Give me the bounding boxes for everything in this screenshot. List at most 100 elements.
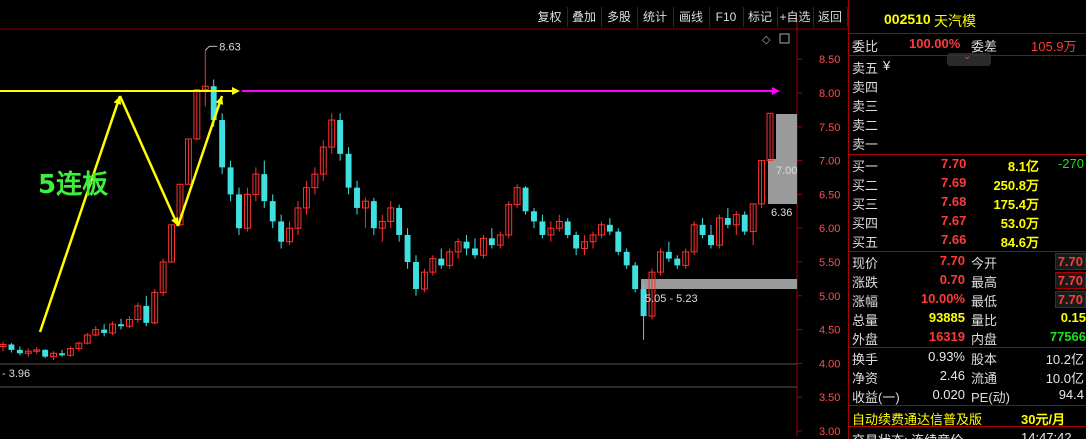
candle-body: [345, 153, 352, 188]
stat-value: 0.70: [939, 272, 965, 287]
buy-volume: 250.8万: [993, 178, 1039, 193]
buy-price: 7.67: [941, 213, 967, 228]
buy-volume: 8.1亿: [1007, 159, 1039, 174]
candle-body: [354, 187, 360, 208]
kline-chart-area[interactable]: 8.50 8.00 7.50 7.00 6.50 6.00 5.50 5.00 4.50 4.00…: [0, 0, 848, 439]
chip-level-label: 6.36: [771, 207, 792, 219]
back-button[interactable]: 返回: [813, 7, 848, 27]
candle-body: [143, 305, 150, 323]
candle-body: [16, 349, 23, 354]
fund-label: PE(动): [971, 390, 1011, 405]
price-tick-label: 4.00: [819, 358, 840, 370]
fund-value: 10.2亿: [1045, 352, 1084, 367]
fund-value: 0.020: [932, 387, 965, 402]
buy-level-row: 买五 7.66 84.6万: [849, 231, 1086, 250]
stat-label: 涨幅: [852, 294, 879, 309]
stat-value: 7.70: [1054, 291, 1086, 308]
buy-level-row: 买三 7.68 175.4万: [849, 193, 1086, 212]
candle-body: [615, 231, 622, 252]
high-price-label: 8.63: [219, 41, 240, 53]
price-tick-label: 7.00: [819, 156, 840, 168]
trade-time: 14:47:42: [1021, 430, 1072, 439]
price-tick-label: 4.50: [819, 325, 840, 337]
restore-right-button[interactable]: 复权: [532, 7, 568, 27]
annotation-arrow-line: [118, 95, 180, 227]
price-tick-label: 3.50: [819, 392, 840, 404]
f10-button[interactable]: F10: [709, 7, 744, 27]
candle-body: [472, 248, 478, 256]
multi-stock-button[interactable]: 多股: [601, 7, 638, 27]
chip-bar: [641, 279, 797, 289]
arrow-head-icon: [772, 86, 780, 95]
divider: [849, 426, 1086, 427]
diamond-icon[interactable]: ◇: [762, 34, 771, 46]
candle-body: [269, 201, 276, 222]
price-tick-label: 6.00: [819, 223, 840, 235]
candle-body: [724, 218, 731, 225]
arrow-head-icon: [232, 86, 240, 95]
sell-level-row: 卖四: [849, 76, 1086, 95]
quote-stat-row: 外盘 16319 内盘 77566: [849, 328, 1086, 347]
candle-body: [59, 353, 65, 356]
candle-body: [665, 251, 672, 259]
divider: [849, 55, 1086, 56]
quote-stat-row: 现价 7.70 今开 7.70: [849, 252, 1086, 271]
candle-body: [404, 234, 411, 262]
stat-value: 10.00%: [920, 291, 965, 306]
stock-code: 002510: [884, 11, 931, 27]
price-tick-label: 7.50: [819, 122, 840, 134]
stat-value: 7.70: [939, 253, 965, 268]
stat-label: 外盘: [852, 332, 879, 347]
stat-label: 涨跌: [852, 275, 879, 290]
overlay-button[interactable]: 叠加: [567, 7, 602, 27]
promo-banner[interactable]: 自动续费通达信普及版 30元/月: [849, 408, 1086, 427]
divider: [849, 33, 1086, 34]
sell-level-label: 卖四: [852, 80, 879, 95]
stat-label: 最低: [971, 294, 998, 309]
candle-body: [227, 167, 234, 195]
high-marker: [204, 45, 218, 51]
quote-stat-row: 总量 93885 量比 0.15: [849, 309, 1086, 328]
candle-body: [531, 211, 537, 222]
stat-label: 总量: [852, 313, 879, 328]
candle-body: [539, 221, 546, 235]
candle-body: [573, 234, 580, 249]
fund-label: 股本: [971, 352, 998, 367]
candle-body: [413, 262, 419, 290]
candle-body: [632, 265, 639, 290]
add-favorite-button[interactable]: +自选: [777, 7, 814, 27]
stat-value: 77566: [1049, 329, 1086, 344]
buy-level-row: 买二 7.69 250.8万: [849, 174, 1086, 193]
buy-level-label: 买四: [852, 216, 879, 231]
buy-volume: 84.6万: [1000, 235, 1039, 250]
candle-body: [396, 207, 403, 235]
fund-label: 净资: [852, 371, 879, 386]
stats-button[interactable]: 统计: [637, 7, 674, 27]
fundamental-row: 净资 2.46 流通 10.0亿: [849, 367, 1086, 386]
annotation-arrow-line: [38, 95, 122, 333]
trade-status: 交易状态: 连续竞价: [852, 430, 963, 439]
arrow-head-icon: [215, 96, 224, 105]
fund-label: 换手: [852, 352, 879, 367]
stat-value: 7.70: [1054, 272, 1086, 289]
buy-volume: 53.0万: [1000, 216, 1039, 231]
buy-price: 7.69: [941, 175, 967, 190]
kline-chart[interactable]: 8.50 8.00 7.50 7.00 6.50 6.00 5.50 5.00 4.50 4.00…: [0, 0, 848, 439]
fund-value: 2.46: [939, 368, 965, 383]
buy-change: -270: [1057, 156, 1084, 171]
buy-level-label: 买二: [852, 178, 879, 193]
candle-body: [606, 224, 613, 232]
draw-line-button[interactable]: 画线: [673, 7, 710, 27]
stat-value: 16319: [928, 329, 965, 344]
mark-button[interactable]: 标记: [743, 7, 778, 27]
window-icon[interactable]: [779, 33, 790, 44]
fund-value: 10.0亿: [1045, 371, 1084, 386]
candle-body: [236, 194, 242, 229]
sell-level-row: 卖三: [849, 95, 1086, 114]
candle-body: [337, 120, 344, 154]
sell-level-label: 卖三: [852, 99, 879, 114]
sell-level-label: 卖二: [852, 118, 879, 133]
candle-body: [370, 201, 377, 229]
candle-body: [101, 329, 108, 333]
candle-body: [261, 174, 268, 202]
